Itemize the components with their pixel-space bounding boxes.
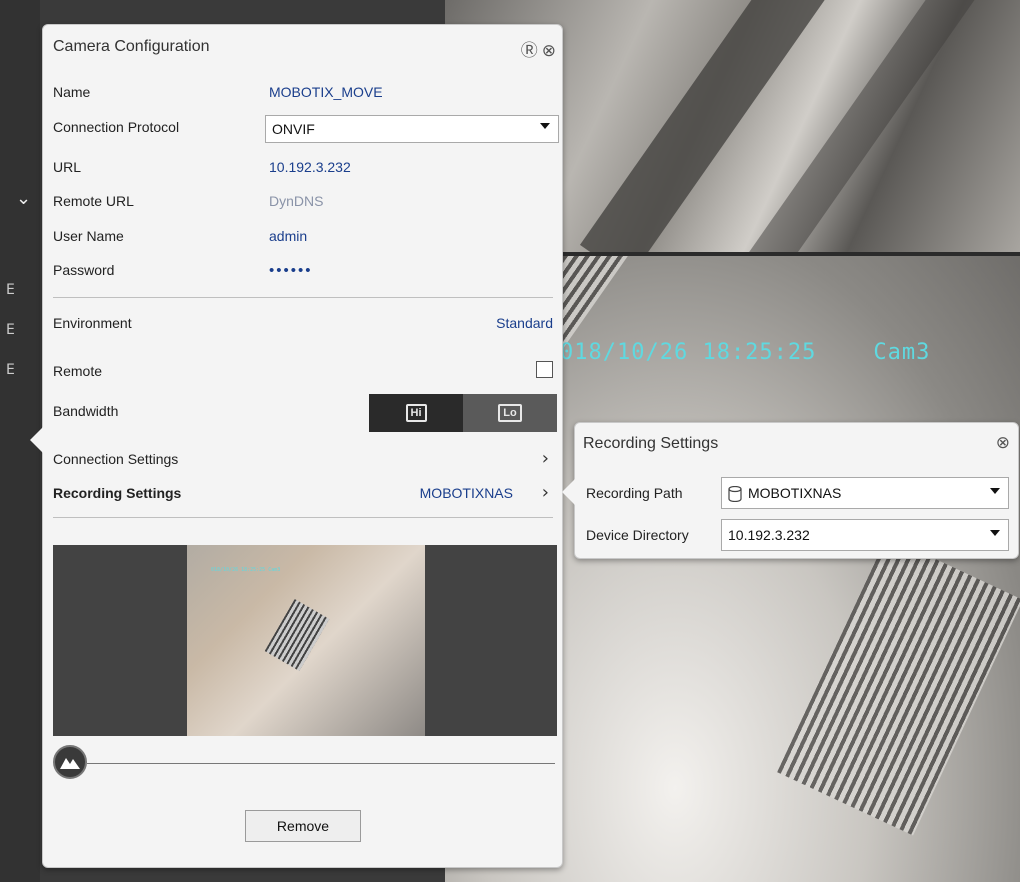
connection-settings-label: Connection Settings	[53, 451, 179, 467]
password-value[interactable]: ••••••	[269, 262, 313, 279]
remote-checkbox[interactable]	[536, 361, 553, 378]
close-icon[interactable]: ⊗	[542, 41, 556, 61]
device-directory-select[interactable]: 10.192.3.232	[721, 519, 1009, 551]
bandwidth-label: Bandwidth	[53, 403, 119, 419]
panel-header-icons: Ⓡ ⊗	[517, 36, 556, 61]
recording-path-select[interactable]: MOBOTIXNAS	[721, 477, 1009, 509]
database-icon	[728, 486, 742, 503]
protocol-value: ONVIF	[272, 121, 315, 137]
connection-settings-row[interactable]: Connection Settings ›	[53, 447, 553, 473]
preview-slider-track[interactable]	[87, 763, 555, 764]
mobotix-logo-icon[interactable]	[53, 745, 87, 779]
device-directory-value: 10.192.3.232	[728, 527, 810, 543]
sidebar-mark: E	[6, 322, 15, 338]
ceiling-vent	[777, 536, 1020, 836]
protocol-label: Connection Protocol	[53, 119, 180, 135]
remote-url-value[interactable]: DynDNS	[269, 193, 323, 209]
username-row: User Name admin	[53, 224, 553, 250]
recording-settings-row[interactable]: Recording Settings MOBOTIXNAS ›	[53, 481, 553, 507]
device-directory-row: Device Directory 10.192.3.232	[586, 519, 1012, 551]
url-value[interactable]: 10.192.3.232	[269, 159, 351, 175]
protocol-row: Connection Protocol ONVIF	[53, 115, 559, 143]
recording-settings-title: Recording Settings	[583, 435, 719, 452]
remove-button[interactable]: Remove	[245, 810, 361, 842]
bandwidth-lo-button[interactable]: Lo	[463, 394, 557, 432]
video-shadow	[579, 0, 871, 252]
username-value[interactable]: admin	[269, 228, 307, 244]
remote-url-label: Remote URL	[53, 193, 134, 209]
divider	[53, 297, 553, 298]
divider	[53, 517, 553, 518]
preview-osd: 018/10/26 18:25:25 Cam3	[211, 567, 281, 573]
preview-image: 018/10/26 18:25:25 Cam3	[187, 545, 425, 736]
remote-url-row: Remote URL DynDNS	[53, 189, 553, 215]
sidebar-mark: E	[6, 282, 15, 298]
panel-title: Camera Configuration	[53, 38, 210, 55]
camera-configuration-panel: Camera Configuration Ⓡ ⊗ Name MOBOTIX_MOV…	[30, 24, 563, 868]
name-value[interactable]: MOBOTIX_MOVE	[269, 84, 383, 100]
recording-path-label: Recording Path	[586, 485, 683, 501]
protocol-select[interactable]: ONVIF	[265, 115, 559, 143]
environment-row[interactable]: Environment Standard	[53, 311, 553, 337]
dropdown-caret-icon	[990, 530, 1000, 536]
dropdown-caret-icon	[540, 123, 550, 129]
recording-settings-panel: Recording Settings ⊗ Recording Path MOBO…	[562, 422, 1019, 559]
recording-settings-value: MOBOTIXNAS	[419, 485, 513, 501]
help-icon[interactable]: Ⓡ	[521, 41, 538, 61]
environment-value[interactable]: Standard	[496, 315, 553, 331]
bandwidth-row: Bandwidth Hi Lo	[53, 394, 557, 432]
recording-path-value: MOBOTIXNAS	[748, 485, 842, 501]
recording-path-display: MOBOTIXNAS	[728, 485, 842, 503]
recording-settings-label: Recording Settings	[53, 485, 182, 501]
remote-label: Remote	[53, 363, 103, 379]
chevron-right-icon: ›	[541, 482, 549, 503]
password-label: Password	[53, 262, 115, 278]
password-row: Password ••••••	[53, 258, 553, 284]
dropdown-caret-icon	[990, 488, 1000, 494]
bandwidth-hi-button[interactable]: Hi	[369, 394, 463, 432]
username-label: User Name	[53, 228, 124, 244]
close-icon[interactable]: ⊗	[996, 433, 1010, 453]
bandwidth-lo-label: Lo	[498, 404, 522, 422]
device-directory-label: Device Directory	[586, 527, 689, 543]
bandwidth-toggle: Hi Lo	[369, 394, 557, 432]
remote-row: Remote	[53, 359, 553, 385]
preview-vent	[264, 599, 330, 671]
panel-pointer	[30, 427, 43, 453]
url-row: URL 10.192.3.232	[53, 155, 553, 181]
environment-label: Environment	[53, 315, 132, 331]
camera-preview[interactable]: 018/10/26 18:25:25 Cam3	[53, 545, 557, 736]
recording-path-row: Recording Path MOBOTIXNAS	[586, 477, 1012, 509]
chevron-down-icon[interactable]: ⌄	[16, 188, 31, 209]
url-label: URL	[53, 159, 82, 175]
name-label: Name	[53, 84, 91, 100]
sidebar-mark: E	[6, 362, 15, 378]
video-osd-timestamp: 018/10/26 18:25:25 Cam3	[560, 340, 931, 365]
panel-pointer	[562, 479, 575, 505]
bandwidth-hi-label: Hi	[405, 404, 427, 422]
name-row: Name MOBOTIX_MOVE	[53, 80, 553, 106]
chevron-right-icon: ›	[541, 448, 549, 469]
